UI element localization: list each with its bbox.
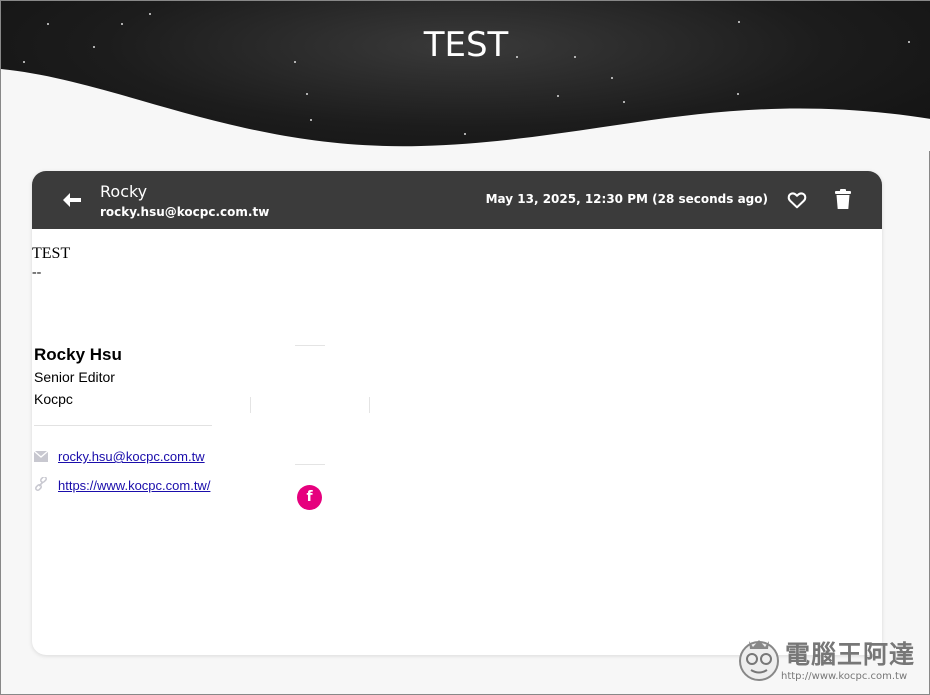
arrow-left-icon[interactable] — [60, 188, 84, 212]
sender-name: Rocky — [100, 182, 148, 201]
heart-outline-icon[interactable] — [786, 189, 808, 211]
email-date: May 13, 2025, 12:30 PM (28 seconds ago) — [485, 192, 768, 206]
watermark-name: 電腦王阿達 — [785, 640, 916, 669]
wave-shape — [1, 69, 930, 151]
page-title: TEST — [423, 25, 509, 65]
signature-title: Senior Editor — [34, 369, 115, 385]
profile-photo — [250, 345, 370, 465]
signature-divider — [34, 425, 212, 426]
signature-website-link[interactable]: https://www.kocpc.com.tw/ — [58, 478, 210, 493]
trash-icon[interactable] — [833, 188, 853, 210]
watermark-url: http://www.kocpc.com.tw — [781, 671, 908, 682]
signature-company: Kocpc — [34, 391, 73, 407]
link-icon — [35, 477, 47, 491]
mascot-logo — [739, 640, 779, 681]
hero-banner: TEST — [1, 1, 930, 151]
signature-separator: -- — [32, 265, 42, 280]
signature-email-link[interactable]: rocky.hsu@kocpc.com.tw — [58, 449, 205, 464]
facebook-icon[interactable]: f — [297, 485, 322, 510]
signature-name: Rocky Hsu — [34, 345, 122, 364]
watermark: 電腦王阿達 http://www.kocpc.com.tw — [735, 633, 925, 689]
message-text: TEST — [32, 245, 71, 262]
mail-icon — [34, 451, 48, 462]
email-card: Rocky rocky.hsu@kocpc.com.tw May 13, 202… — [32, 171, 882, 655]
sender-email: rocky.hsu@kocpc.com.tw — [100, 205, 270, 219]
email-header: Rocky rocky.hsu@kocpc.com.tw May 13, 202… — [32, 171, 882, 229]
